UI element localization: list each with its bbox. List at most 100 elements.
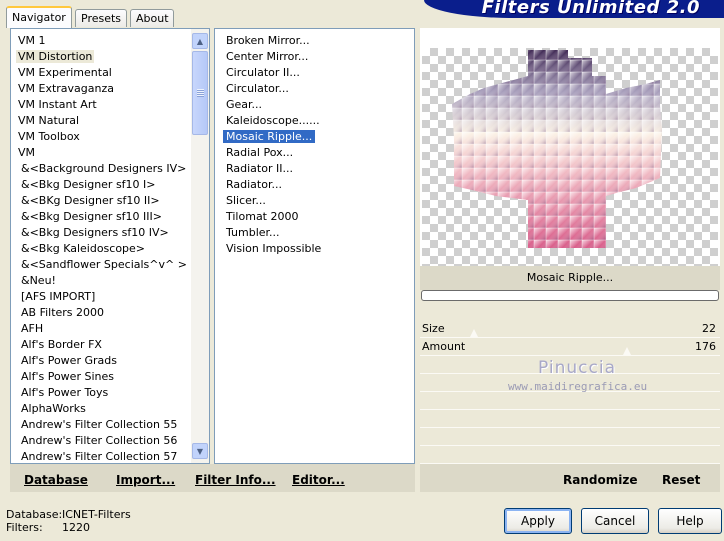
mosaic-tile: [461, 179, 475, 193]
filter-item[interactable]: Circulator II...: [223, 65, 413, 81]
category-item-label: VM Extravaganza: [18, 82, 115, 95]
category-item[interactable]: &<Bkg Designers sf10 IV>: [11, 225, 191, 241]
category-item[interactable]: AB Filters 2000: [11, 305, 191, 321]
randomize-button[interactable]: Randomize: [563, 464, 637, 492]
mosaic-tile: [485, 239, 499, 248]
category-item[interactable]: AFH: [11, 321, 191, 337]
cancel-button[interactable]: Cancel: [581, 508, 649, 534]
category-item[interactable]: VM 1: [11, 33, 191, 49]
category-item[interactable]: VM Experimental: [11, 65, 191, 81]
category-item[interactable]: VM Toolbox: [11, 129, 191, 145]
mosaic-tile: [497, 191, 511, 205]
param-size-track[interactable]: [444, 328, 714, 345]
category-item-label: &<Bkg Designer sf10 III>: [21, 210, 163, 223]
import-button[interactable]: Import...: [116, 464, 175, 492]
mosaic-tile: [593, 119, 607, 133]
category-item[interactable]: Alf's Border FX: [11, 337, 191, 353]
category-item[interactable]: VM Distortion: [11, 49, 191, 65]
category-item[interactable]: VM: [11, 145, 191, 161]
filter-item[interactable]: Mosaic Ripple...: [223, 129, 413, 145]
mosaic-tile: [569, 143, 583, 157]
category-item[interactable]: Alf's Power Grads: [11, 353, 191, 369]
database-button[interactable]: Database: [24, 464, 88, 492]
mosaic-tile: [569, 191, 583, 205]
filter-item[interactable]: Circulator...: [223, 81, 413, 97]
category-item[interactable]: Alf's Power Sines: [11, 369, 191, 385]
mosaic-tile: [617, 155, 631, 169]
category-item[interactable]: Andrew's Filter Collection 56: [11, 433, 191, 449]
mosaic-tile: [653, 239, 662, 248]
scroll-up-button[interactable]: ▲: [192, 33, 208, 49]
mosaic-tile: [557, 95, 571, 109]
apply-button[interactable]: Apply: [504, 508, 572, 534]
current-filter-name: Mosaic Ripple...: [420, 266, 720, 290]
filter-item-label: Circulator...: [226, 82, 289, 95]
tab-about[interactable]: About: [130, 9, 174, 27]
mosaic-tile: [581, 107, 595, 121]
reset-button[interactable]: Reset: [662, 464, 700, 492]
mosaic-tile: [617, 227, 631, 241]
mosaic-tile: [557, 59, 571, 73]
mosaic-tile: [521, 239, 535, 248]
mosaic-tile: [557, 143, 571, 157]
mosaic-tile: [473, 71, 487, 85]
category-item[interactable]: [AFS IMPORT]: [11, 289, 191, 305]
category-item[interactable]: &<Background Designers IV>: [11, 161, 191, 177]
mosaic-tile: [653, 50, 662, 61]
filter-info-button[interactable]: Filter Info...: [195, 464, 276, 492]
mosaic-tile: [509, 59, 523, 73]
category-item[interactable]: &<Bkg Designer sf10 I>: [11, 177, 191, 193]
filter-item[interactable]: Radial Pox...: [223, 145, 413, 161]
category-item[interactable]: &<Sandflower Specials^v^ >: [11, 257, 191, 273]
param-amount-track[interactable]: [444, 346, 714, 363]
mosaic-tile: [497, 50, 511, 61]
mosaic-tile: [521, 107, 535, 121]
scroll-thumb[interactable]: [192, 51, 208, 135]
filter-item[interactable]: Radiator...: [223, 177, 413, 193]
category-item[interactable]: &<Bkg Kaleidoscope>: [11, 241, 191, 257]
category-item[interactable]: &<Bkg Designer sf10 III>: [11, 209, 191, 225]
help-button[interactable]: Help: [658, 508, 722, 534]
editor-button[interactable]: Editor...: [292, 464, 345, 492]
tab-presets[interactable]: Presets: [75, 9, 127, 27]
category-item[interactable]: Andrew's Filter Collection 55: [11, 417, 191, 433]
filter-item[interactable]: Slicer...: [223, 193, 413, 209]
filter-item[interactable]: Radiator II...: [223, 161, 413, 177]
category-item[interactable]: Andrew's Filter Collection 57: [11, 449, 191, 465]
mosaic-tile: [485, 95, 499, 109]
mosaic-tile: [545, 119, 559, 133]
category-item[interactable]: Alf's Power Toys: [11, 385, 191, 401]
filter-item[interactable]: Kaleidoscope......: [223, 113, 413, 129]
category-item[interactable]: &<BKg Designer sf10 II>: [11, 193, 191, 209]
category-item[interactable]: VM Natural: [11, 113, 191, 129]
filter-item[interactable]: Gear...: [223, 97, 413, 113]
mosaic-tile: [581, 59, 595, 73]
category-item[interactable]: AlphaWorks: [11, 401, 191, 417]
filter-listbox[interactable]: Broken Mirror... Center Mirror... Circulat…: [214, 28, 415, 464]
mosaic-tile: [557, 191, 571, 205]
param-amount-row[interactable]: Amount 176: [420, 338, 720, 363]
category-item[interactable]: &Neu!: [11, 273, 191, 289]
mosaic-tile: [545, 131, 559, 145]
mosaic-tile: [545, 167, 559, 181]
category-listbox[interactable]: VM 1 VM Distortion VM Experimental VM Extra…: [10, 28, 210, 464]
mosaic-tile: [473, 155, 487, 169]
filter-item[interactable]: Tilomat 2000: [223, 209, 413, 225]
filter-item[interactable]: Vision Impossible: [223, 241, 413, 257]
mosaic-tile: [497, 143, 511, 157]
category-item[interactable]: VM Extravaganza: [11, 81, 191, 97]
mosaic-tile: [557, 203, 571, 217]
mosaic-tile: [569, 59, 583, 73]
category-scrollbar[interactable]: ▲ ▼: [191, 29, 209, 463]
mosaic-tile: [473, 131, 487, 145]
filter-item[interactable]: Tumbler...: [223, 225, 413, 241]
tab-navigator[interactable]: Navigator: [6, 6, 72, 28]
filter-item[interactable]: Center Mirror...: [223, 49, 413, 65]
filter-item[interactable]: Broken Mirror...: [223, 33, 413, 49]
mosaic-tile: [605, 119, 619, 133]
mosaic-tile: [593, 83, 607, 97]
param-size-row[interactable]: Size 22: [420, 320, 720, 345]
mosaic-tile: [461, 143, 475, 157]
category-item[interactable]: VM Instant Art: [11, 97, 191, 113]
scroll-down-button[interactable]: ▼: [192, 443, 208, 459]
